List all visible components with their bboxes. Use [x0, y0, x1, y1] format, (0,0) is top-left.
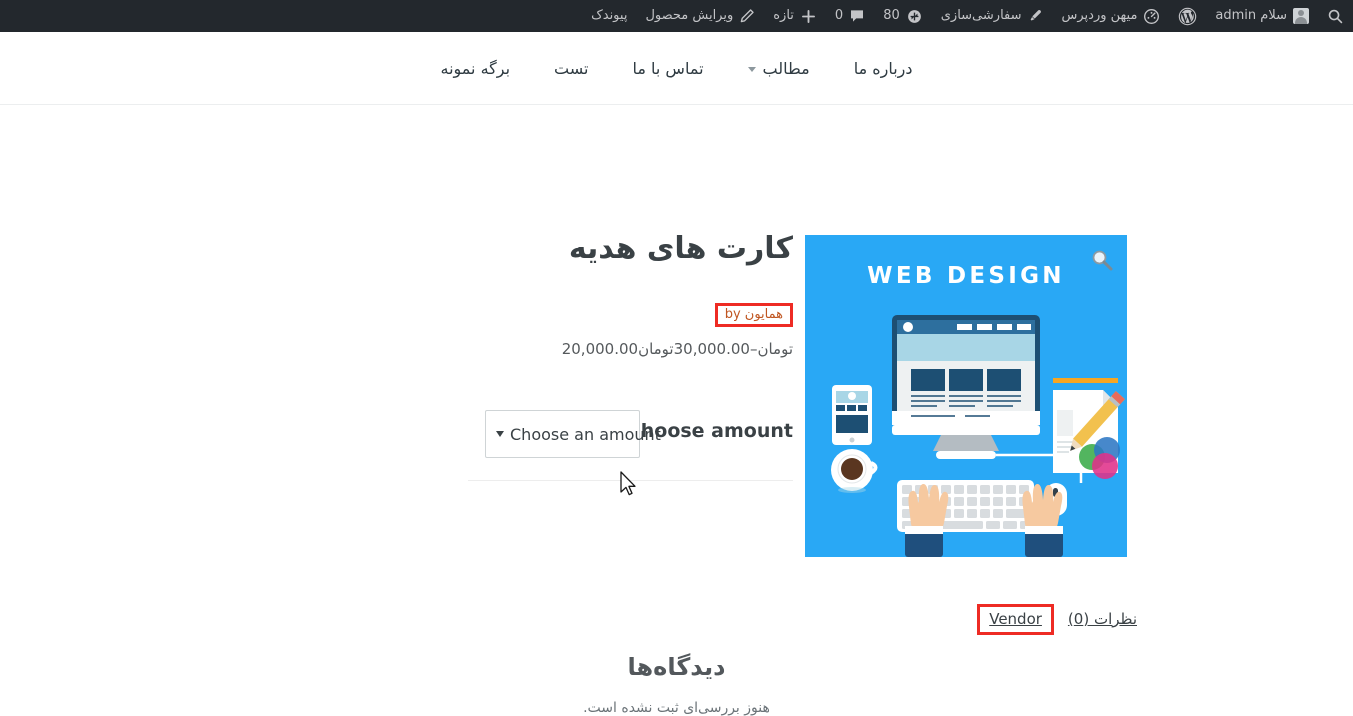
admin-bar-comments-count: 0 [834, 8, 844, 23]
admin-bar-customize[interactable]: سفارشی‌سازی [932, 0, 1053, 32]
reviews-subtext: هنوز بررسی‌ای ثبت نشده است. [583, 700, 770, 716]
magnifier-zoom-icon[interactable] [1091, 249, 1113, 271]
choose-amount-row: Choose amount Choose an amount [468, 410, 793, 470]
summary-divider [468, 480, 793, 481]
search-icon [1327, 8, 1344, 25]
updates-refresh-icon [906, 8, 923, 25]
nav-item-about[interactable]: درباره ما [832, 59, 935, 78]
comment-bubble-icon [849, 8, 865, 24]
reviews-heading: دیدگاه‌ها [627, 653, 726, 681]
admin-bar-left-group: پیوندک ویرایش محصول تازه 0 80 [582, 0, 1206, 32]
page-title: کارت های هدیه [568, 231, 793, 266]
dashboard-home-icon [1143, 8, 1160, 25]
product-image-web-design[interactable]: WEB DESIGN [805, 235, 1127, 557]
admin-bar-site-name-label: میهن وردپرس [1061, 8, 1138, 23]
admin-bar-new-content[interactable]: تازه [764, 0, 826, 32]
avatar [1293, 8, 1309, 24]
admin-bar-comments[interactable]: 0 [826, 0, 874, 32]
product-page-content: WEB DESIGN کارت های هدیه by همایون 20,00… [0, 105, 1353, 716]
nav-item-test-label: تست [554, 58, 589, 78]
admin-bar-wp-logo[interactable] [1169, 0, 1206, 32]
nav-item-test[interactable]: تست [532, 59, 610, 78]
admin-bar-right-group: سلام admin [1206, 0, 1353, 32]
choose-amount-select[interactable]: Choose an amount [485, 410, 661, 458]
pencil-icon [739, 8, 755, 24]
wordpress-logo-icon [1178, 7, 1197, 26]
wp-admin-bar: سلام admin پیوندک ویرایش محصول تازه 0 80… [0, 0, 1353, 32]
vendor-byline-name[interactable]: همایون [745, 307, 783, 322]
admin-bar-permalink-label: پیوندک [591, 8, 628, 23]
admin-bar-search-button[interactable] [1318, 0, 1353, 32]
admin-bar-customize-label: سفارشی‌سازی [940, 8, 1022, 23]
admin-bar-updates-count: 80 [883, 8, 900, 23]
site-navigation: درباره ما مطالب تماس با ما تست برگه نمون… [0, 32, 1353, 105]
nav-item-posts-label: مطالب [762, 58, 810, 78]
tab-reviews[interactable]: نظرات (0) [1062, 610, 1143, 628]
nav-item-contact[interactable]: تماس با ما [610, 59, 725, 78]
product-price: 20,000.00تومان–30,000.00تومان [561, 340, 793, 358]
nav-item-contact-label: تماس با ما [632, 58, 704, 78]
product-tabs: نظرات (0) Vendor [963, 601, 1143, 637]
vendor-byline-prefix: by [724, 307, 741, 322]
nav-item-sample-page[interactable]: برگه نمونه [418, 59, 532, 78]
nav-item-about-label: درباره ما [853, 58, 913, 78]
admin-bar-new-label: تازه [773, 8, 794, 23]
admin-bar-greeting: سلام admin [1215, 8, 1287, 23]
nav-item-posts[interactable]: مطالب [726, 59, 832, 78]
product-gallery[interactable]: WEB DESIGN [805, 235, 1127, 557]
admin-bar-site-name[interactable]: میهن وردپرس [1053, 0, 1170, 32]
svg-text:WEB DESIGN: WEB DESIGN [867, 263, 1065, 289]
choose-amount-select-value: Choose an amount [510, 424, 661, 444]
chevron-down-icon [747, 66, 756, 72]
admin-bar-edit-product[interactable]: ویرایش محصول [636, 0, 764, 32]
chevron-down-icon [496, 431, 504, 437]
paintbrush-icon [1028, 8, 1044, 24]
primary-menu: درباره ما مطالب تماس با ما تست برگه نمون… [418, 59, 934, 78]
vendor-byline-highlight[interactable]: by همایون [714, 303, 793, 327]
admin-bar-my-account[interactable]: سلام admin [1206, 0, 1318, 32]
tab-vendor[interactable]: Vendor [977, 603, 1054, 635]
nav-item-sample-page-label: برگه نمونه [440, 58, 511, 78]
admin-bar-permalink[interactable]: پیوندک [582, 0, 636, 32]
plus-icon [800, 8, 817, 25]
admin-bar-updates[interactable]: 80 [874, 0, 932, 32]
admin-bar-edit-product-label: ویرایش محصول [645, 8, 734, 23]
